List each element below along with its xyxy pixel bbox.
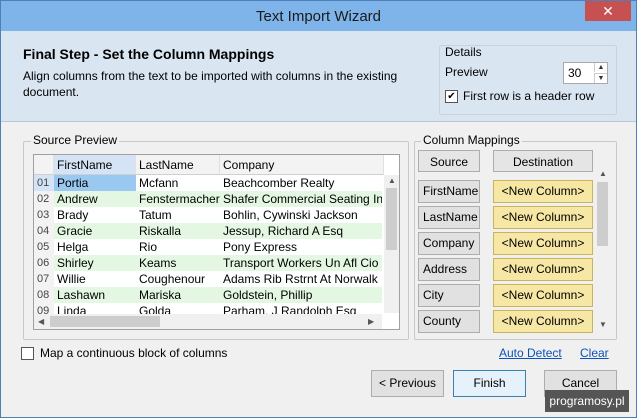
table-cell[interactable]: Rio — [136, 239, 220, 255]
step-description: Align columns from the text to be import… — [23, 69, 398, 99]
table-cell[interactable]: Mariska — [136, 287, 220, 303]
row-number: 05 — [34, 239, 54, 255]
spin-up-icon[interactable]: ▲ — [594, 63, 607, 72]
row-number: 08 — [34, 287, 54, 303]
mapping-destination-item[interactable]: <New Column> — [493, 206, 593, 229]
table-cell[interactable]: Coughenour — [136, 271, 220, 287]
table-row[interactable]: 02 Andrew Fenstermacher Shafer Commercial S… — [34, 191, 382, 207]
source-column-header[interactable]: Source — [418, 150, 480, 172]
table-row[interactable]: 06 Shirley Keams Transport Workers Un Afl C… — [34, 255, 382, 271]
table-cell[interactable]: Lashawn — [54, 287, 136, 303]
scroll-right-icon[interactable]: ▶ — [368, 317, 374, 326]
table-cell[interactable]: Transport Workers Un Afl Cio — [220, 255, 382, 271]
table-cell[interactable]: Goldstein, Phillip — [220, 287, 382, 303]
window-title: Text Import Wizard — [255, 8, 382, 25]
table-cell[interactable]: Mcfann — [136, 175, 220, 191]
table-row[interactable]: 01 Portia Mcfann Beachcomber Realty — [34, 175, 382, 191]
grid-vertical-scroll-thumb[interactable] — [386, 188, 397, 250]
table-row[interactable]: 08 Lashawn Mariska Goldstein, Phillip — [34, 287, 382, 303]
table-row[interactable]: 07 Willie Coughenour Adams Rib Rstrnt At No… — [34, 271, 382, 287]
grid-horizontal-scroll-thumb[interactable] — [50, 316, 160, 327]
title-bar: Text Import Wizard ✕ — [1, 1, 636, 31]
table-cell[interactable]: Willie — [54, 271, 136, 287]
clear-link[interactable]: Clear — [580, 346, 609, 360]
source-preview-label: Source Preview — [31, 133, 120, 147]
column-mappings-label: Column Mappings — [421, 133, 522, 147]
scroll-up-icon[interactable]: ▲ — [388, 176, 396, 185]
preview-rows-spinner[interactable]: 30 ▲ ▼ — [563, 62, 608, 84]
mapping-destination-item[interactable]: <New Column> — [493, 310, 593, 333]
scroll-down-icon[interactable]: ▼ — [599, 320, 607, 329]
wizard-window: Text Import Wizard ✕ Final Step - Set th… — [0, 0, 637, 418]
step-title: Final Step - Set the Column Mappings — [23, 46, 275, 62]
table-cell[interactable]: Tatum — [136, 207, 220, 223]
table-row[interactable]: 04 Gracie Riskalla Jessup, Richard A Esq — [34, 223, 382, 239]
close-button[interactable]: ✕ — [585, 1, 631, 21]
auto-detect-link[interactable]: Auto Detect — [499, 346, 562, 360]
table-cell[interactable]: Shirley — [54, 255, 136, 271]
mapping-source-item[interactable]: LastName — [418, 206, 480, 229]
table-cell[interactable]: Gracie — [54, 223, 136, 239]
mapping-source-item[interactable]: Company — [418, 232, 480, 255]
map-block-label[interactable]: Map a continuous block of columns — [40, 346, 227, 360]
first-row-header-checkbox[interactable]: ✔ — [445, 90, 458, 103]
first-row-header-label[interactable]: First row is a header row — [463, 89, 594, 103]
mapping-source-item[interactable]: County — [418, 310, 480, 333]
details-label: Details — [445, 45, 482, 59]
column-header-lastname[interactable]: LastName — [136, 155, 220, 175]
grid-horizontal-scrollbar[interactable]: ◀ ▶ — [34, 314, 382, 329]
table-cell[interactable]: Jessup, Richard A Esq — [220, 223, 382, 239]
row-number: 04 — [34, 223, 54, 239]
mappings-vertical-scrollbar[interactable]: ▲ ▼ — [595, 168, 610, 332]
mapping-source-item[interactable]: Address — [418, 258, 480, 281]
grid-vertical-scrollbar[interactable]: ▲ — [384, 175, 399, 313]
column-header-firstname[interactable]: FirstName — [54, 155, 136, 175]
preview-rows-value[interactable]: 30 — [568, 66, 581, 80]
mapping-destination-item[interactable]: <New Column> — [493, 284, 593, 307]
row-number: 01 — [34, 175, 54, 191]
mapping-destination-item[interactable]: <New Column> — [493, 180, 593, 203]
mapping-source-item[interactable]: FirstName — [418, 180, 480, 203]
map-block-checkbox[interactable] — [21, 347, 34, 360]
table-row[interactable]: 05 Helga Rio Pony Express — [34, 239, 382, 255]
column-header-company[interactable]: Company — [220, 155, 384, 175]
mapping-source-item[interactable]: City — [418, 284, 480, 307]
table-cell[interactable]: Shafer Commercial Seating Inc — [220, 191, 382, 207]
scroll-left-icon[interactable]: ◀ — [38, 317, 44, 326]
mappings-scroll-thumb[interactable] — [597, 182, 608, 246]
row-number: 07 — [34, 271, 54, 287]
finish-button[interactable]: Finish — [453, 370, 526, 397]
table-cell[interactable]: Helga — [54, 239, 136, 255]
step-header: Final Step - Set the Column Mappings Ali… — [1, 31, 636, 122]
spin-down-icon[interactable]: ▼ — [594, 73, 607, 83]
destination-column-header[interactable]: Destination — [493, 150, 593, 172]
table-cell[interactable]: Fenstermacher — [136, 191, 220, 207]
watermark: programosy.pl — [545, 390, 629, 412]
previous-button[interactable]: < Previous — [371, 370, 444, 397]
table-cell[interactable]: Bohlin, Cywinski Jackson — [220, 207, 382, 223]
table-row[interactable]: 03 Brady Tatum Bohlin, Cywinski Jackson — [34, 207, 382, 223]
row-number: 06 — [34, 255, 54, 271]
row-number: 02 — [34, 191, 54, 207]
scroll-up-icon[interactable]: ▲ — [599, 169, 607, 178]
row-number: 03 — [34, 207, 54, 223]
table-cell[interactable]: Brady — [54, 207, 136, 223]
table-cell[interactable]: Keams — [136, 255, 220, 271]
table-cell[interactable]: Pony Express — [220, 239, 382, 255]
table-cell[interactable]: Portia — [54, 175, 136, 191]
grid-corner — [34, 155, 54, 175]
table-cell[interactable]: Adams Rib Rstrnt At Norwalk — [220, 271, 382, 287]
table-cell[interactable]: Andrew — [54, 191, 136, 207]
preview-label: Preview — [445, 65, 488, 79]
table-cell[interactable]: Beachcomber Realty — [220, 175, 382, 191]
mapping-destination-item[interactable]: <New Column> — [493, 232, 593, 255]
source-preview-grid[interactable]: FirstName LastName Company 01 Portia Mcfan… — [33, 154, 400, 330]
table-cell[interactable]: Riskalla — [136, 223, 220, 239]
mapping-destination-item[interactable]: <New Column> — [493, 258, 593, 281]
